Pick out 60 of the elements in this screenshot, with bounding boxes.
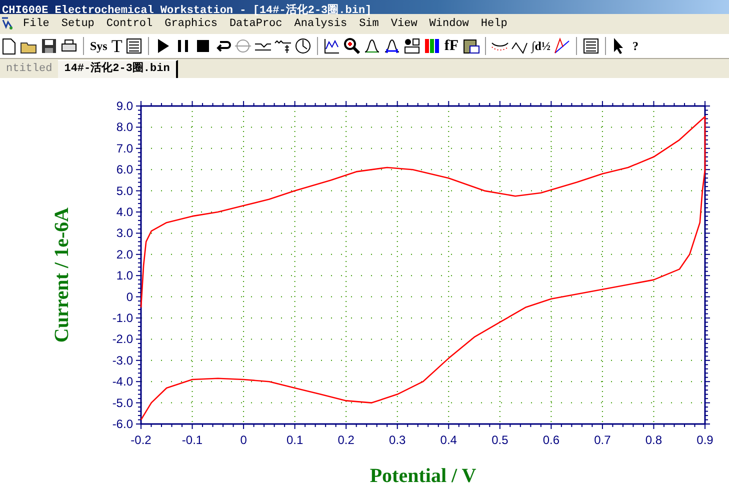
y-tick-label: -5.0: [112, 396, 133, 410]
x-tick-label: 0.2: [338, 433, 354, 447]
y-tick-label: 7.0: [116, 141, 133, 156]
zoom-icon[interactable]: [343, 37, 362, 55]
x-tick-label: 0.4: [440, 433, 457, 447]
x-tick-label: 0.6: [542, 433, 560, 447]
y-tick-label: 5.0: [116, 184, 133, 198]
y-tick-label: 1.0: [116, 268, 133, 283]
menu-item[interactable]: Control: [100, 15, 159, 33]
document-tab[interactable]: 14#-活化2-3圈.bin: [58, 60, 178, 78]
y-tick-label: -6.0: [112, 417, 133, 431]
line-chart-icon[interactable]: [323, 37, 342, 55]
report-icon[interactable]: [125, 37, 144, 55]
app-icon[interactable]: [1, 17, 13, 31]
toolbar-text-button[interactable]: ∫d½: [530, 38, 552, 54]
window-title: CHI600E Electrochemical Workstation - [14#-活化2-3圈.bin]: [1, 5, 372, 17]
y-tick-label: 8.0: [116, 120, 133, 134]
y-tick-label: 3.0: [116, 226, 133, 240]
y-tick-label: 4.0: [116, 205, 133, 219]
x-tick-label: 0.8: [645, 433, 662, 447]
line-plot-icon[interactable]: [553, 37, 572, 55]
toolbar-text-button[interactable]: Sys: [89, 38, 108, 54]
color-bars-icon[interactable]: [423, 37, 442, 55]
x-tick-label: 0.3: [389, 433, 406, 447]
toolbar-text-button[interactable]: T: [110, 36, 124, 56]
y-tick-label: -2.0: [112, 332, 133, 346]
menu-item[interactable]: Graphics: [158, 15, 224, 33]
x-tick-label: 0.9: [696, 433, 714, 447]
peak-width-icon[interactable]: [383, 37, 402, 55]
menu-item[interactable]: Help: [474, 15, 514, 33]
menu-item[interactable]: Analysis: [288, 15, 354, 33]
menu-item[interactable]: DataProc: [223, 15, 288, 33]
clock-circle-icon[interactable]: [294, 37, 312, 55]
x-axis-title: Potential / V: [370, 465, 476, 486]
page-icon[interactable]: [0, 37, 18, 55]
y-tick-label: -3.0: [112, 353, 133, 368]
menu-item[interactable]: Setup: [55, 15, 100, 33]
menu-item[interactable]: View: [384, 15, 424, 33]
menu-item[interactable]: File: [17, 15, 56, 33]
x-tick-label: 0.7: [594, 433, 611, 447]
y-tick-label: 9.0: [116, 99, 133, 113]
menu-item[interactable]: Window: [423, 15, 475, 33]
list-icon[interactable]: [582, 37, 600, 55]
x-tick-label: 0: [240, 433, 247, 447]
x-tick-label: 0.1: [286, 433, 304, 447]
dials-icon[interactable]: [403, 37, 422, 55]
toolbar-text-button[interactable]: fF: [443, 38, 460, 54]
menu-item[interactable]: Sim: [353, 15, 385, 33]
peak-icon[interactable]: [363, 37, 382, 55]
x-tick-label: -0.2: [130, 433, 152, 447]
y-tick-label: 0: [126, 290, 133, 304]
y-tick-label: -1.0: [112, 311, 133, 325]
toolbar-text-button[interactable]: ?: [631, 38, 640, 54]
clipboard-icon[interactable]: [462, 37, 480, 55]
x-tick-label: 0.5: [492, 433, 508, 447]
y-tick-label: 2.0: [116, 247, 133, 262]
y-axis-title: Current / 1e-6A: [51, 207, 73, 343]
y-tick-label: -4.0: [112, 374, 133, 389]
y-tick-label: 6.0: [116, 162, 133, 177]
x-tick-label: -0.1: [182, 433, 203, 447]
